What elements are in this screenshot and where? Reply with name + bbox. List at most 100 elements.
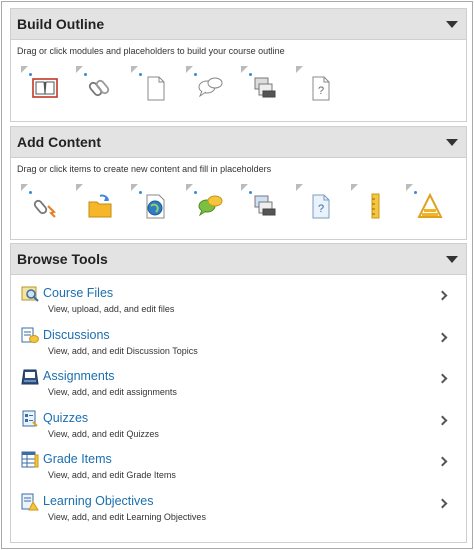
corner-mark-icon bbox=[241, 66, 248, 73]
chevron-right-icon bbox=[437, 332, 448, 342]
attachment-icon bbox=[33, 199, 56, 218]
tool-assignments[interactable]: Assignments View, add, and edit assignme… bbox=[11, 363, 466, 405]
corner-mark-icon bbox=[131, 66, 138, 73]
build-outline-tiles: ? bbox=[11, 58, 466, 106]
discussion-tile[interactable] bbox=[184, 66, 239, 106]
learning-objectives-icon bbox=[21, 493, 39, 510]
tool-description: View, add, and edit Discussion Topics bbox=[48, 345, 198, 356]
add-content-tiles: ? bbox=[11, 176, 466, 224]
course-files-icon bbox=[21, 286, 39, 302]
corner-mark-icon bbox=[76, 184, 83, 191]
grade-items-icon bbox=[21, 451, 39, 468]
corner-mark-icon bbox=[296, 184, 303, 191]
course-builder-window: Build Outline Drag or click modules and … bbox=[1, 1, 473, 549]
add-dot-icon bbox=[193, 190, 198, 195]
add-dot-icon bbox=[413, 190, 418, 195]
corner-mark-icon bbox=[351, 184, 358, 191]
tool-name: Discussions bbox=[43, 327, 110, 342]
assignment-icon bbox=[254, 77, 276, 98]
build-outline-panel: Build Outline Drag or click modules and … bbox=[10, 8, 467, 122]
unknown-tile[interactable]: ? bbox=[294, 66, 349, 106]
assignments-icon bbox=[21, 369, 39, 385]
corner-mark-icon bbox=[21, 66, 28, 73]
svg-text:?: ? bbox=[318, 85, 324, 97]
unknown-icon: ? bbox=[312, 76, 330, 101]
discussion-content-tile[interactable] bbox=[184, 184, 239, 224]
assignment-content-tile[interactable] bbox=[239, 184, 294, 224]
tool-quizzes[interactable]: Quizzes View, add, and edit Quizzes bbox=[11, 405, 466, 447]
web-link-tile[interactable] bbox=[129, 184, 184, 224]
document-tile[interactable] bbox=[129, 66, 184, 106]
discussions-icon bbox=[21, 327, 39, 343]
folder-upload-icon bbox=[88, 194, 112, 218]
chevron-right-icon bbox=[437, 373, 448, 384]
browse-tools-title: Browse Tools bbox=[17, 251, 108, 267]
collapse-arrow-icon[interactable] bbox=[446, 138, 458, 146]
svg-text:?: ? bbox=[318, 203, 324, 215]
add-content-header[interactable]: Add Content bbox=[11, 127, 466, 158]
tool-course-files[interactable]: Course Files View, upload, add, and edit… bbox=[11, 280, 466, 322]
ruler-tile[interactable] bbox=[349, 184, 404, 224]
add-dot-icon bbox=[138, 72, 143, 77]
discussion-icon bbox=[198, 195, 223, 217]
tool-discussions[interactable]: Discussions View, add, and edit Discussi… bbox=[11, 322, 466, 364]
tool-name: Course Files bbox=[43, 286, 114, 300]
document-icon bbox=[147, 76, 165, 101]
tool-name: Learning Objectives bbox=[43, 493, 154, 508]
quizzes-icon bbox=[22, 410, 38, 427]
corner-mark-icon bbox=[406, 184, 413, 191]
tool-learning-objectives[interactable]: Learning Objectives View, add, and edit … bbox=[11, 488, 466, 530]
tool-description: View, add, and edit Grade Items bbox=[48, 470, 176, 480]
unknown-content-tile[interactable]: ? bbox=[294, 184, 349, 224]
chevron-right-icon bbox=[437, 498, 448, 508]
add-content-title: Add Content bbox=[17, 134, 101, 150]
checklist-icon bbox=[417, 192, 443, 218]
link-tile[interactable] bbox=[74, 66, 129, 106]
assignment-tile[interactable] bbox=[239, 66, 294, 106]
module-tile[interactable] bbox=[19, 66, 74, 106]
tool-name: Quizzes bbox=[43, 410, 89, 425]
unknown-icon: ? bbox=[312, 194, 330, 219]
add-content-description: Drag or click items to create new conten… bbox=[17, 164, 272, 174]
corner-mark-icon bbox=[131, 184, 138, 191]
corner-mark-icon bbox=[186, 184, 193, 191]
ruler-icon bbox=[371, 193, 380, 219]
corner-mark-icon bbox=[76, 66, 83, 73]
browse-tools-panel: Browse Tools Course Files View, upload, … bbox=[10, 243, 467, 543]
build-outline-title: Build Outline bbox=[17, 16, 105, 32]
corner-mark-icon bbox=[296, 66, 303, 73]
add-dot-icon bbox=[28, 190, 33, 195]
browse-tools-header[interactable]: Browse Tools bbox=[11, 244, 466, 275]
link-icon bbox=[88, 79, 110, 97]
chevron-right-icon bbox=[437, 456, 448, 467]
attachment-tile[interactable] bbox=[19, 184, 74, 224]
folder-upload-tile[interactable] bbox=[74, 184, 129, 224]
tool-description: View, add, and edit assignments bbox=[48, 387, 177, 397]
assignment-icon bbox=[254, 195, 276, 216]
tool-name: Assignments bbox=[43, 369, 115, 383]
tool-description: View, upload, add, and edit files bbox=[48, 304, 175, 314]
corner-mark-icon bbox=[241, 184, 248, 191]
build-outline-header[interactable]: Build Outline bbox=[11, 9, 466, 40]
collapse-arrow-icon[interactable] bbox=[446, 255, 458, 263]
add-dot-icon bbox=[28, 72, 33, 77]
checklist-tile[interactable] bbox=[404, 184, 459, 224]
add-dot-icon bbox=[248, 190, 253, 195]
tool-name: Grade Items bbox=[43, 452, 112, 466]
add-dot-icon bbox=[83, 72, 88, 77]
corner-mark-icon bbox=[21, 184, 28, 191]
chevron-right-icon bbox=[437, 415, 448, 425]
tool-grade-items[interactable]: Grade Items View, add, and edit Grade It… bbox=[11, 446, 466, 488]
tool-description: View, add, and edit Learning Objectives bbox=[48, 511, 206, 522]
chevron-right-icon bbox=[437, 290, 448, 301]
browse-tools-list: Course Files View, upload, add, and edit… bbox=[11, 275, 466, 529]
build-outline-description: Drag or click modules and placeholders t… bbox=[17, 46, 285, 56]
add-dot-icon bbox=[193, 72, 198, 77]
add-dot-icon bbox=[248, 72, 253, 77]
tool-description: View, add, and edit Quizzes bbox=[48, 428, 159, 439]
collapse-arrow-icon[interactable] bbox=[446, 20, 458, 28]
add-dot-icon bbox=[138, 190, 143, 195]
corner-mark-icon bbox=[186, 66, 193, 73]
add-content-panel: Add Content Drag or click items to creat… bbox=[10, 126, 467, 240]
module-icon bbox=[32, 78, 58, 98]
